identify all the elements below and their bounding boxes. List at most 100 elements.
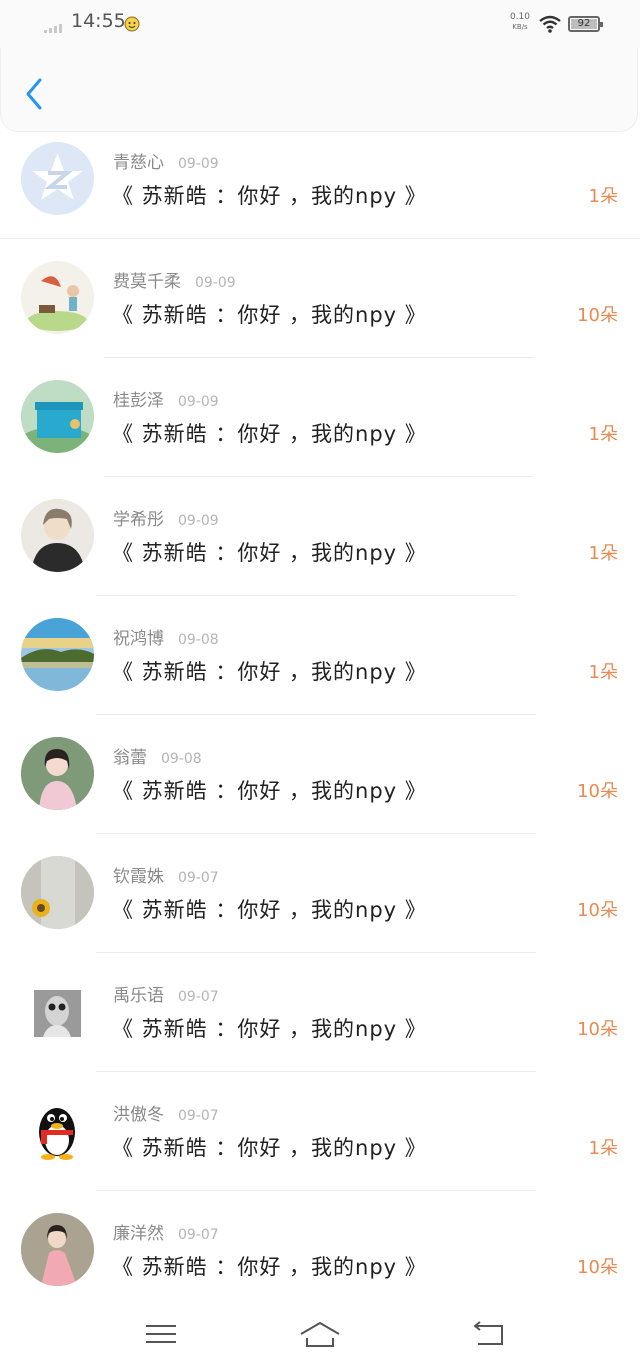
gift-message: 《 苏新皓 ：你好 ，我的npy 》 (112, 184, 427, 208)
bw-sunglasses-portrait (34, 990, 81, 1037)
sender-name-text: 禹乐语 (113, 986, 164, 1006)
gift-count: 10朵 (577, 1257, 618, 1278)
list-item[interactable]: 钦霞姝 09-07 《 苏新皓 ：你好 ，我的npy 》 10朵 (0, 846, 640, 965)
net-speed-unit: KB/s (512, 23, 528, 31)
back-icon[interactable] (470, 1318, 506, 1350)
list-item[interactable]: 祝鸿博 09-08 《 苏新皓 ：你好 ，我的npy 》 1朵 (0, 608, 640, 727)
send-date: 09-09 (178, 394, 219, 410)
chevron-left-icon[interactable] (21, 76, 51, 112)
sender-name-text: 桂彭泽 (113, 391, 164, 411)
net-speed-value: 0.10 (509, 12, 531, 22)
sender-name: 祝鸿博 09-08 (113, 624, 219, 649)
gift-message: 《 苏新皓 ：你好 ，我的npy 》 (112, 541, 427, 565)
sender-name-text: 费莫千柔 (113, 272, 181, 292)
gift-count: 10朵 (577, 900, 618, 921)
gift-count: 1朵 (588, 543, 618, 564)
app-header (0, 48, 638, 132)
sender-name: 禹乐语 09-07 (113, 981, 219, 1006)
avatar[interactable] (21, 1213, 94, 1286)
gift-count: 10朵 (577, 1019, 618, 1040)
girl-pink-hanfu-photo (21, 1213, 94, 1286)
blue-gift-box-photo (21, 380, 94, 453)
avatar[interactable] (21, 618, 94, 691)
list-item[interactable]: 洪傲冬 09-07 《 苏新皓 ：你好 ，我的npy 》 1朵 (0, 1084, 640, 1203)
send-date: 09-09 (195, 275, 236, 291)
avatar[interactable] (21, 975, 94, 1048)
sender-name: 学希彤 09-09 (113, 505, 219, 530)
send-date: 09-09 (178, 156, 219, 172)
list-item[interactable]: 桂彭泽 09-09 《 苏新皓 ：你好 ，我的npy 》 1朵 (0, 370, 640, 489)
list-item[interactable]: 翁蕾 09-08 《 苏新皓 ：你好 ，我的npy 》 10朵 (0, 727, 640, 846)
send-date: 09-07 (178, 1227, 219, 1243)
battery-icon: 92 (568, 16, 603, 32)
send-date: 09-09 (178, 513, 219, 529)
avatar[interactable] (21, 856, 94, 929)
gift-message: 《 苏新皓 ：你好 ，我的npy 》 (112, 1255, 427, 1279)
sender-name-text: 洪傲冬 (113, 1105, 164, 1125)
qq-penguin-icon (39, 1108, 75, 1160)
row-divider (104, 357, 534, 358)
gift-message: 《 苏新皓 ：你好 ，我的npy 》 (112, 660, 427, 684)
sender-name-text: 祝鸿博 (113, 629, 164, 649)
row-divider (96, 1071, 536, 1072)
signal-icon (44, 23, 66, 33)
sender-name-text: 廉洋然 (113, 1224, 164, 1244)
gift-count: 1朵 (588, 186, 618, 207)
row-divider (96, 833, 536, 834)
avatar[interactable] (21, 380, 94, 453)
system-nav-bar (0, 1300, 640, 1372)
gift-count: 1朵 (588, 1138, 618, 1159)
battery-level: 92 (577, 18, 591, 29)
net-speed: 0.10 KB/s (508, 12, 532, 32)
sender-name: 青慈心 09-09 (113, 148, 219, 173)
send-date: 09-07 (178, 870, 219, 886)
sender-name: 廉洋然 09-07 (113, 1219, 219, 1244)
row-divider (96, 952, 536, 953)
sunflower-shirt-photo (21, 856, 94, 929)
status-bar: 14:55 0.10 KB/s 92 (0, 0, 640, 48)
list-item[interactable]: 禹乐语 09-07 《 苏新皓 ：你好 ，我的npy 》 10朵 (0, 965, 640, 1084)
send-date: 09-07 (178, 1108, 219, 1124)
list-item[interactable]: 费莫千柔 09-09 《 苏新皓 ：你好 ，我的npy 》 10朵 (0, 251, 640, 370)
qzone-star-icon (32, 153, 83, 200)
row-divider (96, 714, 536, 715)
avatar[interactable] (21, 142, 94, 215)
gift-count: 10朵 (577, 305, 618, 326)
gift-message: 《 苏新皓 ：你好 ，我的npy 》 (112, 422, 427, 446)
sender-name-text: 翁蕾 (113, 748, 147, 768)
avatar[interactable] (21, 1094, 94, 1167)
send-date: 09-07 (178, 989, 219, 1005)
girl-gramophone-illustration (27, 276, 87, 331)
sender-name-text: 钦霞姝 (113, 867, 164, 887)
avatar[interactable] (21, 261, 94, 334)
gift-message: 《 苏新皓 ：你好 ，我的npy 》 (112, 1136, 427, 1160)
sender-name-text: 学希彤 (113, 510, 164, 530)
sender-name: 钦霞姝 09-07 (113, 862, 219, 887)
row-divider (96, 1190, 536, 1191)
gift-count: 1朵 (588, 424, 618, 445)
gift-count: 1朵 (588, 662, 618, 683)
avatar[interactable] (21, 737, 94, 810)
home-icon[interactable] (298, 1318, 342, 1350)
sender-name: 桂彭泽 09-09 (113, 386, 219, 411)
send-date: 09-08 (178, 632, 219, 648)
gift-count: 10朵 (577, 781, 618, 802)
row-divider (0, 238, 640, 239)
list-item[interactable]: 青慈心 09-09 《 苏新皓 ：你好 ，我的npy 》 1朵 (0, 132, 640, 251)
list-item[interactable]: 学希彤 09-09 《 苏新皓 ：你好 ，我的npy 》 1朵 (0, 489, 640, 608)
sender-name: 洪傲冬 09-07 (113, 1100, 219, 1125)
anime-boy-jacket (21, 499, 94, 572)
avatar[interactable] (21, 499, 94, 572)
girl-portrait-photo (21, 737, 94, 810)
gift-message: 《 苏新皓 ：你好 ，我的npy 》 (112, 898, 427, 922)
row-divider (104, 476, 534, 477)
gift-message: 《 苏新皓 ：你好 ，我的npy 》 (112, 1017, 427, 1041)
menu-icon[interactable] (143, 1318, 179, 1350)
status-time: 14:55 (71, 10, 126, 32)
sender-name: 费莫千柔 09-09 (113, 267, 236, 292)
emoji-status-icon (124, 16, 140, 32)
gift-message: 《 苏新皓 ：你好 ，我的npy 》 (112, 303, 427, 327)
row-divider (96, 595, 516, 596)
wifi-icon (539, 15, 561, 33)
gift-message: 《 苏新皓 ：你好 ，我的npy 》 (112, 779, 427, 803)
